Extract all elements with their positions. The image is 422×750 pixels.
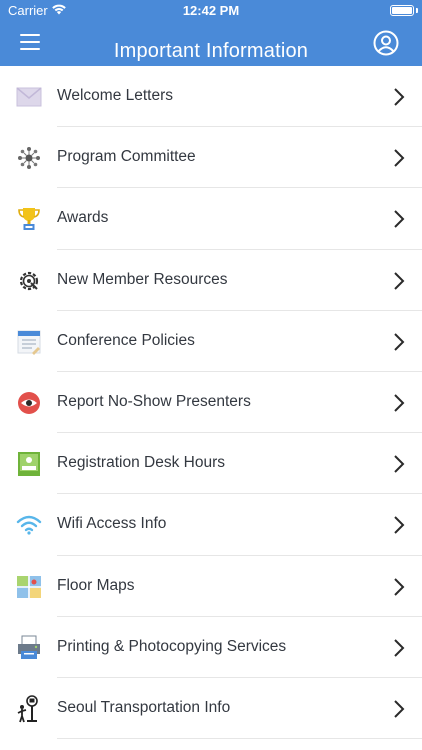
chevron-right-icon (394, 516, 405, 535)
battery-icon (390, 5, 414, 16)
chevron-right-icon (394, 577, 405, 596)
chevron-right-icon (394, 149, 405, 167)
list-item-label: New Member Resources (57, 270, 228, 288)
printer-icon (16, 635, 42, 661)
chevron-right-icon (394, 394, 405, 412)
eye-icon (16, 390, 42, 416)
trophy-icon (16, 206, 42, 232)
list-item-conference-policies[interactable]: Conference Policies (0, 311, 422, 372)
list-item-floor-maps[interactable]: Floor Maps (0, 556, 422, 617)
network-icon (16, 145, 42, 171)
list-item-awards[interactable]: Awards (0, 188, 422, 250)
list-item-registration-desk-hours[interactable]: Registration Desk Hours (0, 433, 422, 495)
list-item-label: Report No-Show Presenters (57, 392, 251, 410)
status-bar: Carrier 12:42 PM (0, 0, 422, 22)
chevron-right-icon (394, 638, 405, 657)
battery-tip (416, 8, 418, 13)
info-list: Welcome Letters Program Committee Awards… (0, 66, 422, 740)
header-bar: Carrier 12:42 PM Important Information (0, 0, 422, 66)
list-item-report-no-show-presenters[interactable]: Report No-Show Presenters (0, 372, 422, 434)
wifi-icon (16, 512, 42, 538)
chevron-right-icon (394, 700, 405, 718)
list-item-program-committee[interactable]: Program Committee (0, 127, 422, 189)
chevron-right-icon (394, 455, 405, 473)
map-icon (16, 574, 42, 600)
list-item-new-member-resources[interactable]: New Member Resources (0, 250, 422, 311)
list-item-label: Program Committee (57, 148, 196, 166)
list-item-printing-photocopying[interactable]: Printing & Photocopying Services (0, 617, 422, 678)
divider (57, 738, 422, 740)
list-item-label: Registration Desk Hours (57, 454, 225, 472)
status-time: 12:42 PM (182, 3, 240, 18)
list-item-label: Floor Maps (57, 576, 135, 594)
envelope-icon (16, 84, 42, 110)
page-title: Important Information (113, 40, 309, 62)
list-item-label: Awards (57, 209, 109, 227)
chevron-right-icon (394, 88, 405, 106)
gear-icon (16, 268, 42, 294)
bus-stop-icon (16, 695, 42, 723)
list-item-label: Printing & Photocopying Services (57, 637, 287, 655)
list-item-label: Wifi Access Info (57, 515, 167, 533)
hamburger-line (20, 34, 40, 36)
chevron-right-icon (394, 210, 405, 229)
list-item-wifi-access-info[interactable]: Wifi Access Info (0, 494, 422, 556)
chevron-right-icon (394, 271, 405, 290)
profile-button[interactable] (373, 30, 399, 56)
list-item-label: Conference Policies (57, 331, 195, 349)
list-item-seoul-transportation[interactable]: Seoul Transportation Info (0, 678, 422, 740)
list-item-label: Seoul Transportation Info (57, 698, 231, 716)
document-icon (16, 329, 42, 355)
list-item-label: Welcome Letters (57, 87, 174, 104)
chevron-right-icon (394, 333, 405, 351)
list-item-welcome-letters[interactable]: Welcome Letters (0, 66, 422, 128)
desk-icon (16, 451, 42, 477)
